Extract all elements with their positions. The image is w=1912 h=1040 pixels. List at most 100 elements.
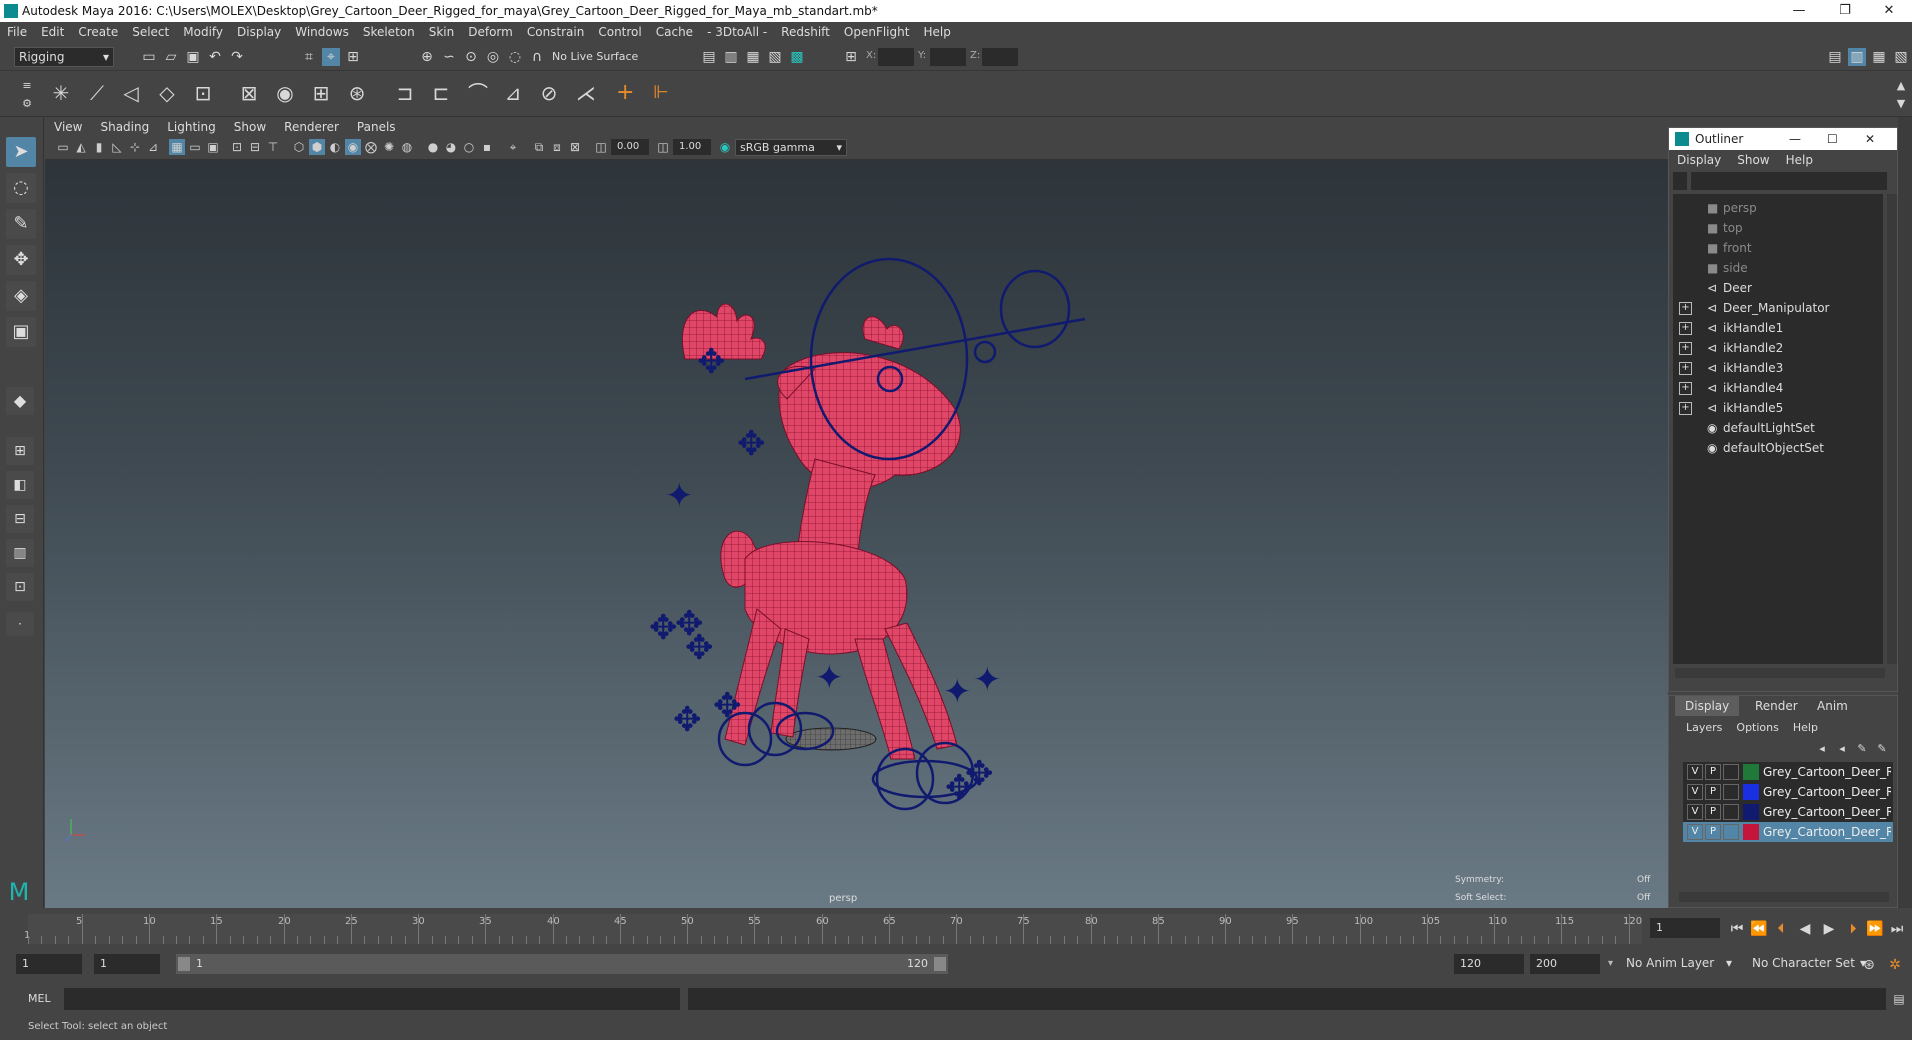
script-editor-icon[interactable]: ▤ xyxy=(1890,990,1908,1008)
smooth-shade-icon[interactable]: ⬢ xyxy=(309,139,325,155)
step-forward-icon[interactable]: ⏩ xyxy=(1866,920,1884,938)
hypershade-layout-icon[interactable]: ▥ xyxy=(6,539,34,567)
menu-3[interactable]: Select xyxy=(125,22,176,43)
grid-icon[interactable]: ⊹ xyxy=(127,139,143,155)
viewport-menu-3[interactable]: Show xyxy=(225,117,275,137)
channel-box-tab[interactable] xyxy=(1898,117,1912,908)
mode-selector[interactable]: Rigging ▾ xyxy=(14,47,114,67)
display-type-toggle[interactable] xyxy=(1723,804,1739,820)
command-input[interactable] xyxy=(64,988,680,1010)
expand-icon[interactable]: + xyxy=(1679,382,1692,395)
image-plane-icon[interactable]: ◺ xyxy=(109,139,125,155)
safe-action-icon[interactable]: ⊟ xyxy=(247,139,263,155)
playback-toggle[interactable]: P xyxy=(1705,804,1721,820)
outliner-hscrollbar[interactable] xyxy=(1675,668,1885,678)
maximize-icon[interactable]: ☐ xyxy=(1827,128,1838,150)
select-component-icon[interactable]: ⊞ xyxy=(344,48,362,66)
viewport-menu-0[interactable]: View xyxy=(45,117,91,137)
constrain-scale-icon[interactable]: ⊿ xyxy=(504,83,522,103)
safe-title-icon[interactable]: ⊤ xyxy=(265,139,281,155)
four-view-icon[interactable]: ⊞ xyxy=(6,437,34,465)
go-to-end-icon[interactable]: ⏭ xyxy=(1888,920,1906,938)
layer-color-swatch[interactable] xyxy=(1743,824,1759,840)
viewport-menu-4[interactable]: Renderer xyxy=(275,117,348,137)
exposure-icon[interactable]: ◫ xyxy=(593,139,609,155)
shadows-icon[interactable]: ⨂ xyxy=(363,139,379,155)
pole-vector-icon[interactable]: ⋌ xyxy=(576,83,596,103)
wireframe-icon[interactable]: ▦ xyxy=(169,139,185,155)
ik-spline-icon[interactable]: ◁ xyxy=(122,83,140,103)
play-forward-icon[interactable]: ▶ xyxy=(1820,920,1838,938)
restore-button[interactable]: ❐ xyxy=(1822,0,1868,22)
lights-icon[interactable]: ◉ xyxy=(345,139,361,155)
outliner-menu-1[interactable]: Show xyxy=(1729,150,1777,170)
wireframe-shade-icon[interactable]: ⬡ xyxy=(291,139,307,155)
layer-row[interactable]: VP Grey_Cartoon_Deer_Rig xyxy=(1683,762,1893,782)
snap-surface-icon[interactable]: ◌ xyxy=(506,48,524,66)
isolate-select-icon[interactable]: ⊠ xyxy=(567,139,583,155)
layer-tab-2[interactable]: Anim xyxy=(1807,696,1858,716)
hypershade-icon[interactable]: ▩ xyxy=(788,48,806,66)
outliner-scrollbar[interactable] xyxy=(1887,194,1897,664)
layer-tab-1[interactable]: Render xyxy=(1745,696,1808,716)
visibility-toggle[interactable]: V xyxy=(1687,804,1703,820)
bookmark-icon[interactable]: ▮ xyxy=(91,139,107,155)
minimize-icon[interactable]: — xyxy=(1789,128,1801,150)
range-slider-bar[interactable]: 1 120 xyxy=(176,954,948,974)
single-view-icon[interactable]: ◆ xyxy=(6,387,34,415)
tool-settings-icon[interactable]: ▦ xyxy=(1870,48,1888,66)
default-material-icon[interactable]: ⧈ xyxy=(549,139,565,155)
ambient-occlusion-icon[interactable]: ✺ xyxy=(381,139,397,155)
scroll-down-icon[interactable]: ▼ xyxy=(1892,95,1910,113)
new-layer-icon[interactable]: ✎ xyxy=(1853,740,1871,758)
paint-select-icon[interactable]: ✎ xyxy=(6,209,36,239)
viewport-persp[interactable]: View Shading Lighting Show Renderer Panels ▭ … xyxy=(45,117,1668,908)
channel-box-icon[interactable]: ▧ xyxy=(1892,48,1910,66)
shelf-settings-icon[interactable]: ⚙ xyxy=(18,95,36,113)
bind-skin-icon[interactable]: ◇ xyxy=(158,83,176,103)
time-ruler[interactable]: 1 51015202530354045505560657075808590951… xyxy=(24,914,1642,944)
layer-menu-0[interactable]: Layers xyxy=(1679,718,1729,738)
next-key-icon[interactable]: ⏵ xyxy=(1844,920,1862,938)
current-frame-field[interactable]: 1 xyxy=(1650,918,1720,938)
range-end-handle[interactable] xyxy=(934,957,946,971)
select-object-icon[interactable]: ⌖ xyxy=(322,48,340,66)
auto-key-icon[interactable]: ⊛ xyxy=(1860,956,1878,974)
new-layer-selected-icon[interactable]: ✎ xyxy=(1873,740,1891,758)
camera-tools-icon[interactable]: ◭ xyxy=(73,139,89,155)
menu-7[interactable]: Skeleton xyxy=(356,22,422,43)
persp-uv-icon[interactable]: ⊡ xyxy=(6,573,34,601)
play-back-icon[interactable]: ◀ xyxy=(1796,920,1814,938)
film-gate-icon[interactable]: ⊿ xyxy=(145,139,161,155)
viewport-menu-5[interactable]: Panels xyxy=(348,117,405,137)
gamma-field[interactable]: 1.00 xyxy=(673,139,711,155)
modeling-toolkit-icon[interactable]: ▤ xyxy=(1826,48,1844,66)
ik-handle-icon[interactable]: ⟋ xyxy=(88,83,106,103)
render-settings-icon[interactable]: ▧ xyxy=(766,48,784,66)
layer-row[interactable]: VP Grey_Cartoon_Deer_Rig xyxy=(1683,802,1893,822)
visibility-toggle[interactable]: V xyxy=(1687,764,1703,780)
expand-icon[interactable]: + xyxy=(1679,322,1692,335)
expand-icon[interactable]: + xyxy=(1679,362,1692,375)
expand-icon[interactable]: + xyxy=(1679,342,1692,355)
display-type-toggle[interactable] xyxy=(1723,824,1739,840)
playback-end-field[interactable]: 120 xyxy=(1454,954,1524,974)
undo-icon[interactable]: ↶ xyxy=(206,48,224,66)
close-icon[interactable]: ✕ xyxy=(1865,128,1875,150)
viewport-menu-2[interactable]: Lighting xyxy=(158,117,225,137)
outliner-search-input[interactable] xyxy=(1691,172,1887,190)
scroll-up-icon[interactable]: ▲ xyxy=(1892,77,1910,95)
menu-6[interactable]: Windows xyxy=(288,22,356,43)
anti-alias-icon[interactable]: ● xyxy=(425,139,441,155)
menu-11[interactable]: Control xyxy=(591,22,648,43)
playback-toggle[interactable]: P xyxy=(1705,764,1721,780)
layer-color-swatch[interactable] xyxy=(1743,764,1759,780)
ipr-render-icon[interactable]: ▦ xyxy=(744,48,762,66)
menu-14[interactable]: Redshift xyxy=(774,22,837,43)
constrain-parent-icon[interactable]: ⊐ xyxy=(396,83,414,103)
scale-tool-icon[interactable]: ▣ xyxy=(6,317,36,347)
move-tool-icon[interactable]: ✥ xyxy=(6,245,36,275)
expand-icon[interactable]: + xyxy=(1679,402,1692,415)
backface-icon[interactable]: ⧉ xyxy=(531,139,547,155)
constrain-aim-icon[interactable]: ⊘ xyxy=(540,83,558,103)
